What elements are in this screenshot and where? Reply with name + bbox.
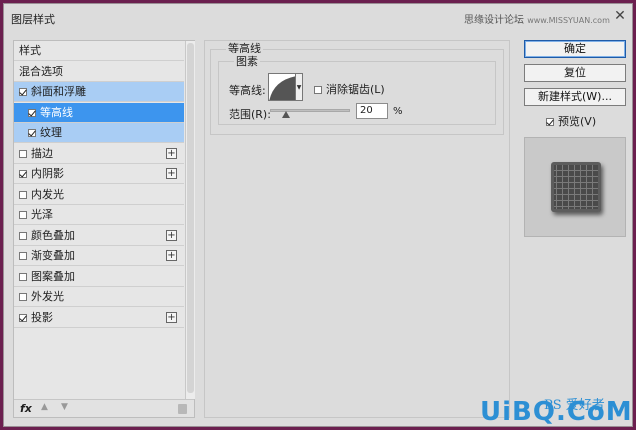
style-item-checkbox[interactable]	[19, 190, 27, 199]
contour-panel: 等高线 图素 等高线: ▼ 消除锯齿(L) 范围(R): 20 %	[204, 40, 510, 418]
style-item-label: 内阴影	[31, 167, 64, 180]
reset-button[interactable]: 复位	[524, 64, 626, 82]
style-item[interactable]: 混合选项	[14, 62, 184, 82]
style-item[interactable]: 内阴影 +	[14, 164, 184, 184]
style-item[interactable]: 内发光	[14, 185, 184, 205]
style-item-label: 内发光	[31, 187, 64, 201]
style-item[interactable]: 描边 +	[14, 144, 184, 164]
style-item[interactable]: 外发光	[14, 287, 184, 307]
style-item[interactable]: 渐变叠加 +	[14, 246, 184, 266]
style-item-label: 外发光	[31, 290, 64, 303]
move-up-icon[interactable]: ▲	[40, 403, 49, 412]
fx-button[interactable]: fx	[20, 402, 32, 415]
preview-label: 预览(V)	[558, 115, 597, 128]
style-item[interactable]: 样式	[14, 41, 184, 61]
style-item-label: 斜面和浮雕	[31, 85, 86, 98]
style-item-checkbox[interactable]	[19, 149, 27, 158]
style-item-checkbox[interactable]	[19, 252, 27, 260]
style-preview	[524, 137, 626, 237]
style-item[interactable]: 投影 +	[14, 308, 184, 328]
move-down-icon[interactable]: ▼	[60, 403, 69, 412]
style-item-label: 投影	[31, 310, 53, 324]
forum-watermark: 思缘设计论坛 www.MISSYUAN.com	[464, 11, 610, 26]
trash-icon[interactable]	[178, 404, 187, 414]
add-effect-icon[interactable]: +	[166, 250, 177, 261]
ok-button[interactable]: 确定	[524, 40, 626, 58]
new-style-button[interactable]: 新建样式(W)...	[524, 88, 626, 106]
dialog-title: 图层样式	[11, 13, 55, 26]
style-item-checkbox[interactable]	[19, 313, 27, 322]
panel-frame	[204, 40, 510, 418]
style-list-scrollbar[interactable]	[185, 41, 195, 399]
layer-style-dialog: 图层样式 思缘设计论坛 www.MISSYUAN.com ✕ 样式混合选项斜面和…	[3, 3, 633, 427]
style-item-checkbox[interactable]	[19, 170, 27, 178]
style-item-checkbox[interactable]	[19, 211, 27, 219]
add-effect-icon[interactable]: +	[166, 147, 177, 159]
style-item[interactable]: 光泽	[14, 205, 184, 225]
style-item-label: 描边	[31, 146, 53, 160]
style-item-label: 样式	[19, 44, 41, 57]
site-logo-sub: PS 爱好者	[544, 398, 605, 413]
style-item-checkbox[interactable]	[19, 293, 27, 301]
close-icon[interactable]: ✕	[612, 8, 628, 24]
style-item-checkbox[interactable]	[28, 108, 36, 117]
preview-thumbnail	[551, 162, 601, 212]
preview-checkbox[interactable]: 预览(V)	[546, 113, 596, 129]
forum-watermark-text: 思缘设计论坛	[464, 15, 524, 26]
style-item-checkbox[interactable]	[19, 231, 27, 240]
style-item-label: 颜色叠加	[31, 228, 75, 242]
style-item-checkbox[interactable]	[19, 272, 27, 281]
add-effect-icon[interactable]: +	[166, 229, 177, 241]
style-list: 样式混合选项斜面和浮雕等高线纹理描边 + 内阴影 + 内发光光泽颜色叠加 + 渐变叠加 + 图案…	[13, 40, 195, 418]
style-item-label: 渐变叠加	[31, 249, 75, 262]
style-item-label: 混合选项	[19, 64, 63, 78]
style-item[interactable]: 图案叠加	[14, 267, 184, 287]
preview-check-icon[interactable]	[546, 118, 554, 126]
style-item-label: 等高线	[40, 105, 73, 119]
style-list-footer: fx ▲ ▼	[14, 399, 194, 417]
add-effect-icon[interactable]: +	[166, 168, 177, 179]
style-item[interactable]: 等高线	[14, 102, 184, 123]
title-bar: 图层样式 思缘设计论坛 www.MISSYUAN.com ✕	[4, 4, 632, 32]
style-item-label: 光泽	[31, 208, 53, 221]
style-item-checkbox[interactable]	[19, 88, 27, 96]
style-item[interactable]: 纹理	[14, 123, 184, 143]
style-item-checkbox[interactable]	[28, 129, 36, 137]
style-item-label: 图案叠加	[31, 269, 75, 283]
forum-watermark-url: www.MISSYUAN.com	[527, 16, 610, 25]
style-item[interactable]: 颜色叠加 +	[14, 226, 184, 246]
style-item[interactable]: 斜面和浮雕	[14, 82, 184, 102]
add-effect-icon[interactable]: +	[166, 311, 177, 323]
style-item-label: 纹理	[40, 126, 62, 139]
scrollbar-thumb[interactable]	[187, 43, 194, 393]
